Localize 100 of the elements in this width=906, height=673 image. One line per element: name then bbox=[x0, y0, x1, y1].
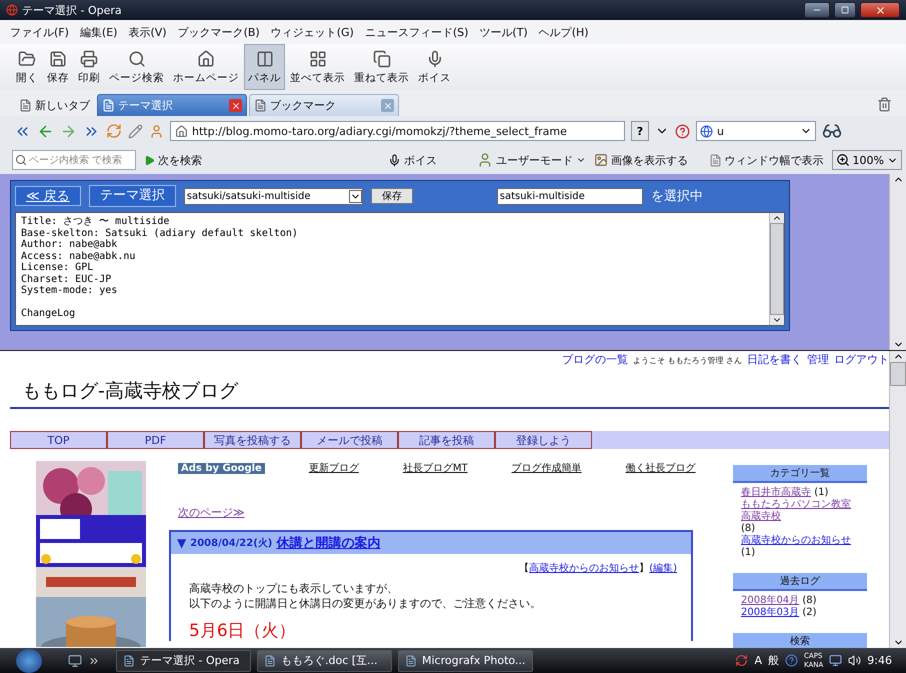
toolbar-button[interactable]: ボイス bbox=[414, 44, 455, 90]
sidebar-link[interactable]: ももたろうパソコン教室高蔵寺校 bbox=[741, 499, 857, 523]
toolbar-button[interactable]: 印刷 bbox=[74, 44, 104, 90]
ads-badge: Ads by Google bbox=[178, 462, 265, 474]
link[interactable]: ログアウト bbox=[834, 352, 889, 367]
restore-button[interactable] bbox=[834, 2, 856, 18]
article-title-link[interactable]: 休講と開講の案内 bbox=[276, 534, 380, 552]
theme-info-text: Title: さつき 〜 multiside Base-skelton: Satsuki (adiary default skelton) Author: nabe@abk Access: nabe@abk.nu License: GPL Charset: EUC-JP System-mode: yes bbox=[20, 215, 299, 296]
blog-title: ももログ-高蔵寺校ブログ bbox=[22, 379, 240, 403]
toolbar-button[interactable]: ページ検索 bbox=[105, 44, 168, 90]
tab[interactable]: 新しいタブ bbox=[14, 94, 95, 116]
changelog-heading: ChangeLog bbox=[20, 308, 76, 320]
taskbar-button[interactable]: Micrografx Photo... bbox=[398, 650, 533, 672]
article-text: 高蔵寺校のトップにも表示していますが、 bbox=[189, 581, 399, 596]
taskbar-button[interactable]: ももろぐ.doc [互... bbox=[257, 650, 392, 672]
edit-link[interactable]: (編集) bbox=[649, 563, 677, 574]
ad-link[interactable]: 働く社長ブログ bbox=[626, 461, 696, 475]
menu-item[interactable]: 表示(V) bbox=[128, 24, 167, 40]
ime-indicator: A bbox=[754, 654, 762, 667]
find-next-button[interactable]: 次を検索 bbox=[144, 152, 202, 168]
trash-icon[interactable] bbox=[877, 97, 892, 112]
menu-item[interactable]: ウィジェット(G) bbox=[270, 24, 354, 40]
toolbar-button[interactable]: 保存 bbox=[43, 44, 73, 90]
close-button[interactable] bbox=[860, 2, 900, 18]
back-link[interactable]: ≪ 戻る bbox=[15, 186, 81, 206]
fit-width-button[interactable]: ウィンドウ幅で表示 bbox=[708, 152, 824, 168]
menu-item[interactable]: ヘルプ(H) bbox=[538, 24, 589, 40]
sidebar-item: 春日井市高蔵寺 (1) bbox=[741, 487, 830, 499]
ime-mode: 般 bbox=[768, 653, 780, 668]
globe-icon bbox=[700, 124, 713, 138]
zoom-icon bbox=[836, 153, 850, 167]
voice-button[interactable]: ボイス bbox=[388, 152, 437, 168]
theme-dropdown[interactable]: satsuki/satsuki-multiside bbox=[184, 188, 363, 204]
show-images-button[interactable]: 画像を表示する bbox=[594, 152, 688, 168]
nav-link[interactable]: TOP bbox=[10, 431, 107, 449]
page-icon bbox=[708, 154, 722, 166]
volume-icon[interactable] bbox=[848, 654, 862, 667]
close-tab-icon[interactable] bbox=[229, 99, 242, 112]
sidebar-item: 2008年04月 (8) bbox=[741, 595, 818, 607]
scroll-thumb[interactable] bbox=[770, 223, 784, 315]
show-desktop-icon[interactable] bbox=[68, 654, 82, 668]
start-button[interactable] bbox=[16, 648, 42, 672]
link[interactable]: ブログの一覧 bbox=[562, 352, 628, 367]
zoom-control[interactable]: 100% bbox=[832, 150, 902, 170]
user-mode-button[interactable]: ユーザーモード bbox=[477, 152, 586, 168]
address-field[interactable]: http://blog.momo-taro.org/adiary.cgi/momokzj/?theme_select_frame bbox=[170, 121, 625, 141]
tab[interactable]: ブックマーク bbox=[249, 94, 399, 116]
article-date: 2008/04/22(火) bbox=[190, 536, 272, 550]
nav-link[interactable]: 記事を投稿 bbox=[398, 431, 495, 449]
theme-input[interactable]: satsuki-multiside bbox=[496, 188, 643, 204]
toolbar-button[interactable]: 開く bbox=[12, 44, 42, 90]
nav-link[interactable]: 登録しよう bbox=[495, 431, 592, 449]
category-link[interactable]: 高蔵寺校からのお知らせ bbox=[529, 563, 640, 574]
close-icon bbox=[874, 4, 886, 16]
tray-icon[interactable] bbox=[735, 654, 748, 667]
theme-select-heading: テーマ選択 bbox=[88, 185, 176, 207]
link[interactable]: 日記を書く bbox=[747, 352, 802, 367]
welcome-text: ようこそ ももたろう管理 さん bbox=[632, 355, 742, 366]
sidebar-link[interactable]: 2008年04月 bbox=[741, 595, 800, 607]
minimize-button[interactable] bbox=[804, 2, 830, 18]
toolbar-button[interactable]: 重ねて表示 bbox=[350, 44, 413, 90]
help-button[interactable]: ? bbox=[631, 121, 649, 141]
link[interactable]: 管理 bbox=[807, 352, 829, 367]
ad-link[interactable]: 社長ブログMT bbox=[402, 461, 468, 475]
scrollbar[interactable] bbox=[769, 213, 784, 325]
selected-label: を選択中 bbox=[650, 188, 703, 205]
ad-link[interactable]: 更新ブログ bbox=[308, 461, 359, 475]
next-page-link[interactable]: 次のページ≫ bbox=[178, 506, 245, 519]
toolbar-button[interactable]: パネル bbox=[244, 44, 285, 90]
sidebar-link[interactable]: 2008年03月 bbox=[741, 607, 800, 619]
taskbar-button[interactable]: テーマ選択 - Opera bbox=[116, 650, 251, 672]
save-button[interactable]: 保存 bbox=[370, 188, 413, 204]
nav-link[interactable]: メールで投稿 bbox=[301, 431, 398, 449]
scrollbar[interactable] bbox=[889, 351, 906, 648]
find-field[interactable]: ページ内検索 で検索 bbox=[12, 150, 136, 170]
nav-link[interactable]: 写真を投稿する bbox=[204, 431, 301, 449]
toolbar-button[interactable]: 並べて表示 bbox=[286, 44, 349, 90]
scroll-thumb[interactable] bbox=[890, 362, 906, 386]
sidebar-link[interactable]: 春日井市高蔵寺 bbox=[741, 487, 811, 499]
person-icon[interactable] bbox=[149, 124, 164, 138]
network-icon[interactable] bbox=[829, 654, 842, 667]
sidebar-link[interactable]: 高蔵寺校からのお知らせ bbox=[741, 535, 851, 547]
toolbar-button[interactable]: ホームページ bbox=[169, 44, 243, 90]
menu-item[interactable]: ツール(T) bbox=[479, 24, 528, 40]
pencil-icon[interactable] bbox=[128, 124, 143, 138]
printer-icon bbox=[80, 50, 98, 68]
help-icon[interactable] bbox=[785, 654, 798, 667]
menu-item[interactable]: ニュースフィード(S) bbox=[364, 24, 468, 40]
tab[interactable]: テーマ選択 bbox=[97, 94, 247, 116]
ad-link[interactable]: ブログ作成簡単 bbox=[512, 461, 582, 475]
triangle-marker: ▼ bbox=[177, 536, 186, 550]
window-title: テーマ選択 - Opera bbox=[22, 2, 123, 18]
menu-item[interactable]: ファイル(F) bbox=[10, 24, 69, 40]
search-field[interactable]: u bbox=[696, 121, 816, 141]
menu-item[interactable]: ブックマーク(B) bbox=[178, 24, 260, 40]
scrollbar[interactable] bbox=[889, 174, 906, 350]
page-icon bbox=[254, 99, 267, 112]
nav-link[interactable]: PDF bbox=[107, 431, 204, 449]
folder-icon bbox=[18, 50, 36, 68]
menu-item[interactable]: 編集(E) bbox=[80, 24, 118, 40]
